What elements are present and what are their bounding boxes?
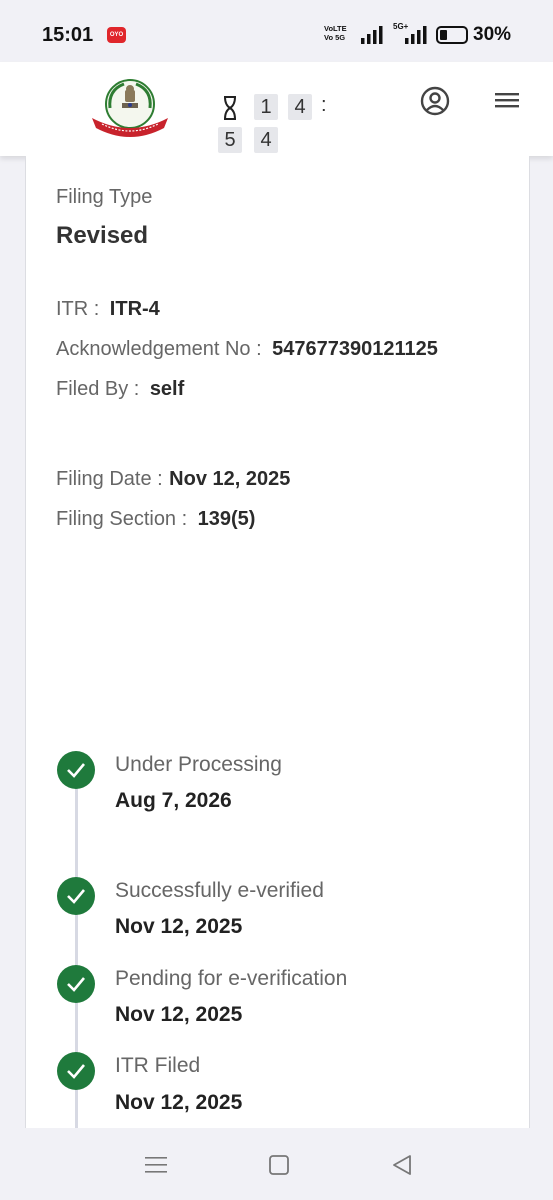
battery-percent: 30% [473, 24, 512, 45]
battery-icon [436, 26, 468, 44]
back-icon[interactable] [392, 1154, 412, 1176]
timer-separator: : [321, 94, 327, 116]
return-details-card: Filing Type Revised ITR : ITR-4 Acknowle… [25, 156, 530, 1136]
filing-section-value: 139(5) [197, 508, 256, 530]
acknowledgement-number: 547677390121125 [272, 338, 438, 360]
timer-digit: 4 [288, 94, 312, 120]
timeline-status: Under Processing [115, 753, 282, 776]
check-circle-icon [57, 1052, 95, 1090]
signal-strength-icon [361, 26, 383, 44]
timeline-status: Successfully e-verified [115, 879, 324, 902]
session-timer: 1 4 : 5 4 [218, 92, 338, 154]
filed-by-value: self [149, 378, 185, 400]
hamburger-menu-icon[interactable] [495, 90, 519, 110]
timer-digit: 5 [218, 127, 242, 153]
signal-strength-icon-2 [405, 26, 427, 44]
hourglass-icon [224, 96, 236, 120]
filing-date-label: Filing Date : [56, 468, 163, 490]
check-circle-icon [57, 751, 95, 789]
filing-type-label: Filing Type [56, 186, 153, 208]
status-time: 15:01 [42, 24, 94, 46]
volte-line-1: VoLTE [324, 24, 347, 33]
system-navigation-bar [0, 1128, 553, 1200]
volte-line-2: Vo 5G [324, 33, 346, 42]
app-header: 1 4 : 5 4 [0, 62, 553, 156]
acknowledgement-row: Acknowledgement No : 547677390121125 [56, 338, 438, 361]
timeline-date: Nov 12, 2025 [115, 915, 243, 938]
home-icon[interactable] [269, 1155, 289, 1175]
filing-date-value: Nov 12, 2025 [169, 468, 291, 490]
filing-section-row: Filing Section : 139(5) [56, 508, 255, 531]
status-bar: 15:01 OYO VoLTE Vo 5G 5G+ 30% [0, 0, 553, 62]
filing-section-label: Filing Section : [56, 508, 188, 530]
recent-apps-icon[interactable] [145, 1156, 167, 1174]
timeline-status: ITR Filed [115, 1054, 201, 1077]
income-tax-department-logo[interactable] [88, 78, 172, 140]
filing-type-value: Revised [56, 222, 149, 249]
filed-by-row: Filed By : self [56, 378, 184, 401]
itr-row: ITR : ITR-4 [56, 298, 160, 321]
timeline-date: Aug 7, 2026 [115, 789, 232, 812]
timeline-date: Nov 12, 2025 [115, 1091, 243, 1114]
oyo-notification-icon: OYO [107, 27, 126, 43]
profile-icon[interactable] [420, 86, 450, 116]
volte-indicator: VoLTE Vo 5G [324, 24, 347, 42]
timer-digit: 1 [254, 94, 278, 120]
itr-value: ITR-4 [109, 298, 160, 320]
timeline-status: Pending for e-verification [115, 967, 348, 990]
acknowledgement-label: Acknowledgement No : [56, 338, 262, 360]
filing-date-row: Filing Date : Nov 12, 2025 [56, 468, 290, 491]
timeline-date: Nov 12, 2025 [115, 1003, 243, 1026]
check-circle-icon [57, 877, 95, 915]
check-circle-icon [57, 965, 95, 1003]
timer-digit: 4 [254, 127, 278, 153]
itr-label: ITR : [56, 298, 100, 320]
filed-by-label: Filed By : [56, 378, 140, 400]
